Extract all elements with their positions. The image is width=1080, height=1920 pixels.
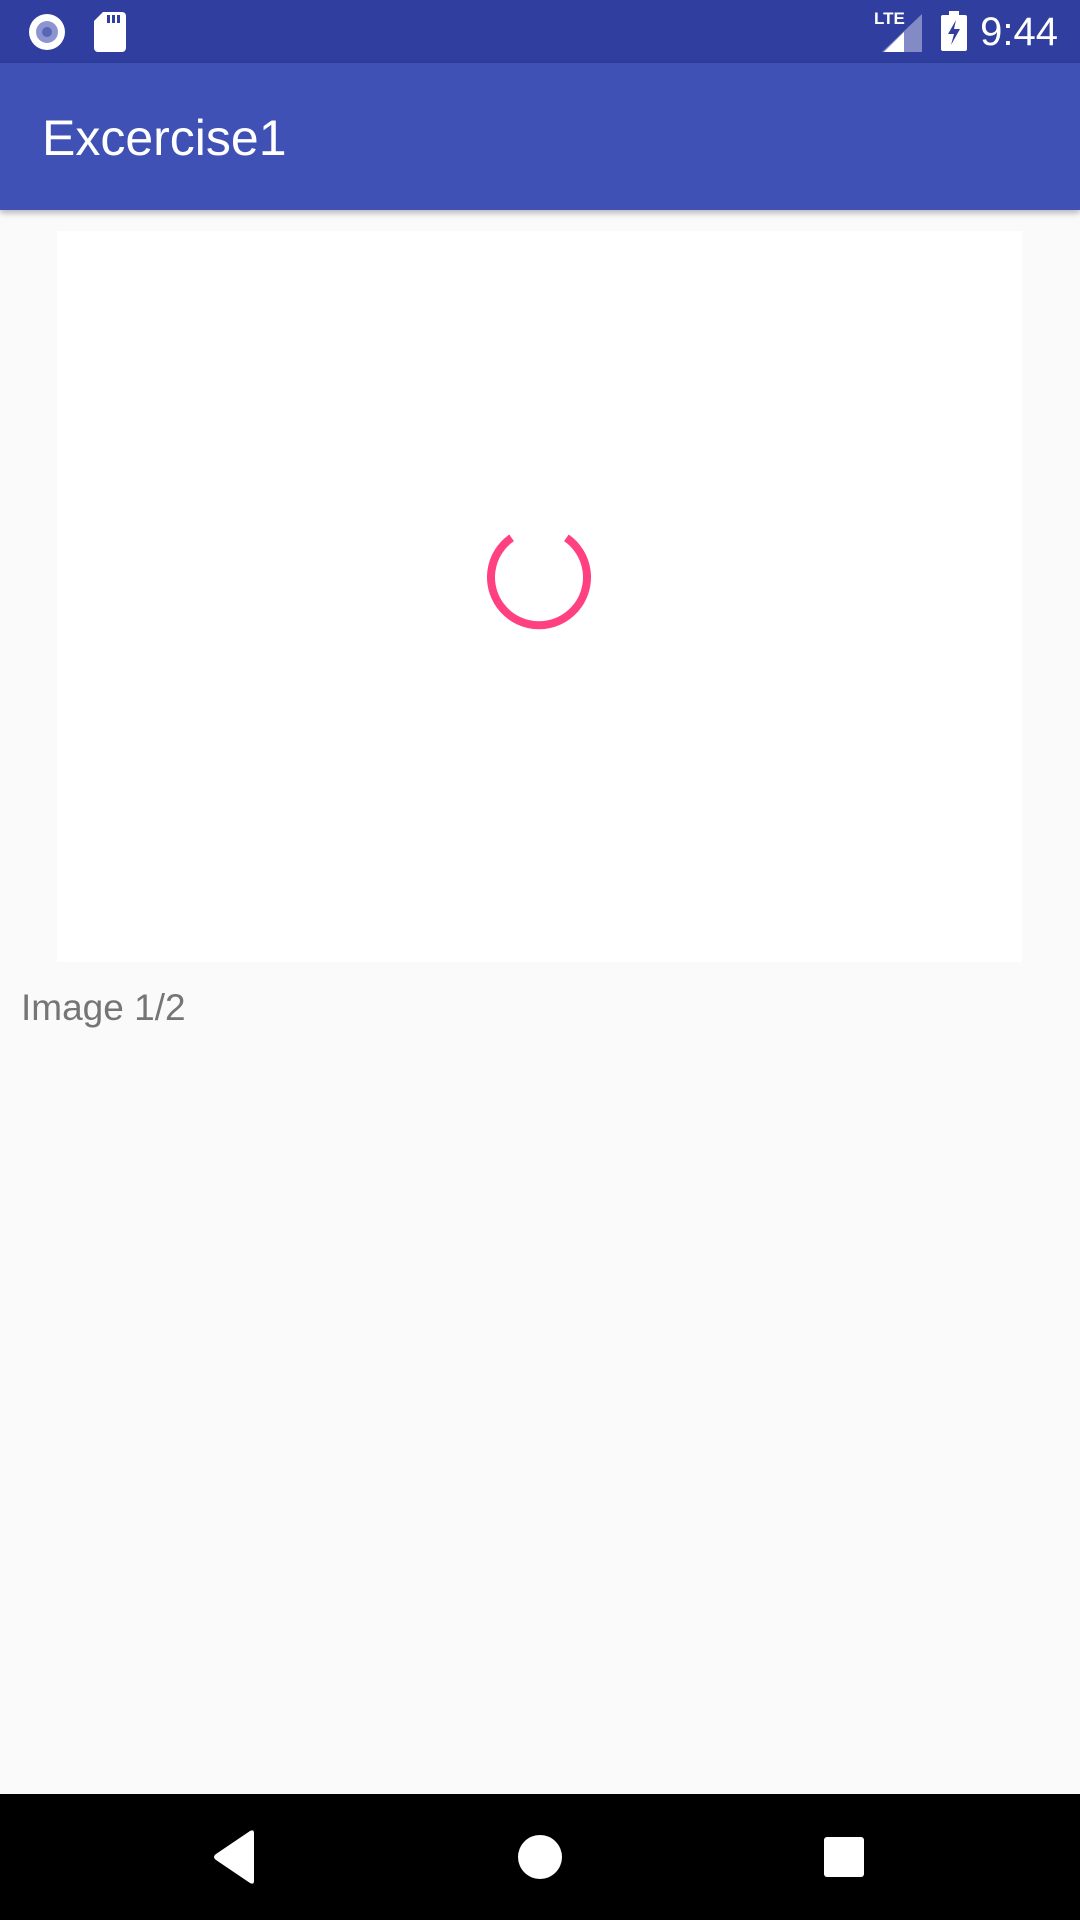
app-title: Excercise1 bbox=[42, 110, 287, 166]
image-caption: Image 1/2 bbox=[21, 987, 186, 1028]
signal-bars-icon bbox=[882, 14, 922, 52]
recents-icon[interactable] bbox=[814, 1827, 874, 1887]
sd-card-icon bbox=[94, 12, 126, 52]
lte-signal-icon: LTE bbox=[874, 10, 922, 52]
app-bar: Excercise1 bbox=[0, 63, 1080, 210]
home-icon[interactable] bbox=[510, 1827, 570, 1887]
status-time: 9:44 bbox=[980, 10, 1058, 54]
navigation-bar bbox=[0, 1794, 1080, 1920]
status-bar: LTE 9:44 bbox=[0, 0, 1080, 63]
spinner-icon bbox=[487, 534, 591, 630]
back-icon[interactable] bbox=[206, 1827, 266, 1887]
radio-icon bbox=[29, 14, 65, 50]
battery-charging-icon bbox=[941, 11, 967, 51]
